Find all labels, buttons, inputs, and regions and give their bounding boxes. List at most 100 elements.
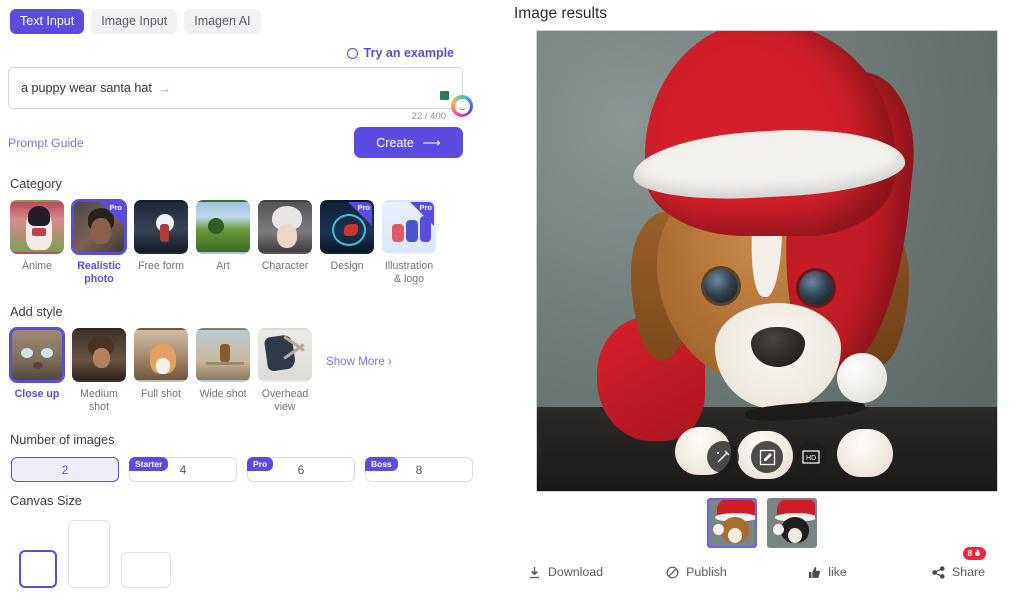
result-thumbnail-1[interactable] (707, 498, 757, 548)
tab-image-input[interactable]: Image Input (91, 9, 178, 34)
prompt-input-value: a puppy wear santa hat (21, 81, 152, 95)
style-list: Close up Medium shot Full shot Wide shot… (10, 328, 490, 414)
number-option-8-value: 8 (415, 462, 423, 477)
category-thumbnail-free-form[interactable] (134, 200, 188, 254)
category-thumbnail-illustration-logo[interactable]: Pro (382, 200, 436, 254)
number-option-4[interactable]: Starter 4 (129, 457, 237, 482)
prompt-submit-arrow-icon[interactable]: → (158, 81, 171, 96)
style-item-overhead-view[interactable]: Overhead view (258, 328, 312, 414)
style-thumbnail-close-up[interactable] (10, 328, 64, 382)
results-title: Image results (514, 5, 608, 22)
number-of-images-options: 2 Starter 4 Pro 6 Boss 8 (11, 457, 490, 482)
download-icon (528, 566, 541, 579)
generated-puppy-photo (537, 31, 997, 491)
like-label: like (828, 565, 847, 579)
style-label-close-up: Close up (14, 388, 60, 400)
like-button[interactable]: like (762, 565, 893, 579)
style-thumbnail-wide-shot[interactable] (196, 328, 250, 382)
category-label-free-form: Free form (138, 260, 184, 272)
style-item-full-shot[interactable]: Full shot (134, 328, 188, 414)
category-thumbnail-character[interactable] (258, 200, 312, 254)
category-thumbnail-anime[interactable] (10, 200, 64, 254)
category-item-character[interactable]: Character (258, 200, 312, 286)
result-action-bar: Download Publish like 8 Share (500, 547, 1024, 579)
publish-button[interactable]: Publish (631, 565, 762, 579)
category-item-free-form[interactable]: Free form (134, 200, 188, 286)
download-label: Download (547, 565, 604, 579)
canvas-option-landscape[interactable] (121, 552, 171, 588)
arrow-right-icon: ⟶ (422, 136, 441, 150)
svg-text:HD: HD (806, 455, 816, 462)
number-option-6[interactable]: Pro 6 (247, 457, 355, 482)
image-tool-buttons: HD (707, 441, 827, 473)
share-badge-count: 8 (967, 548, 973, 558)
category-list: Anime Pro Realistic photo Free form Art … (10, 200, 490, 286)
category-thumbnail-design[interactable]: Pro (320, 200, 374, 254)
prompt-input[interactable]: a puppy wear santa hat → (8, 67, 463, 109)
assistant-avatar-badge[interactable] (451, 95, 473, 117)
canvas-size-options (19, 520, 490, 588)
share-label: Share (951, 565, 986, 579)
category-item-realistic-photo[interactable]: Pro Realistic photo (72, 200, 126, 286)
style-section-title: Add style (10, 304, 63, 319)
category-thumbnail-art[interactable] (196, 200, 250, 254)
pro-badge-label: Pro (357, 203, 370, 212)
magic-wand-icon[interactable] (707, 441, 739, 473)
hd-icon[interactable]: HD (795, 441, 827, 473)
style-thumbnail-overhead-view[interactable] (258, 328, 312, 382)
try-an-example-label: Try an example (363, 46, 454, 60)
style-thumbnail-full-shot[interactable] (134, 328, 188, 382)
style-label-overhead-view: Overhead view (261, 388, 309, 413)
thumbs-up-icon (808, 566, 821, 579)
tier-badge-pro: Pro (247, 457, 274, 471)
share-hot-badge: 8 (962, 547, 987, 560)
edit-icon[interactable] (751, 441, 783, 473)
green-status-square-icon (440, 91, 449, 100)
style-item-wide-shot[interactable]: Wide shot (196, 328, 250, 414)
tab-imagen-ai[interactable]: Imagen AI (184, 9, 261, 34)
number-option-4-value: 4 (179, 462, 187, 477)
category-label-design: Design (330, 260, 364, 272)
style-label-full-shot: Full shot (140, 388, 182, 400)
tier-badge-boss: Boss (365, 457, 398, 471)
share-button[interactable]: 8 Share (893, 547, 1024, 579)
category-label-art: Art (216, 260, 230, 272)
number-option-2-value: 2 (61, 462, 69, 477)
category-section-title: Category (10, 176, 62, 191)
number-option-6-value: 6 (297, 462, 305, 477)
download-button[interactable]: Download (500, 565, 631, 579)
pro-badge-label: Pro (109, 203, 122, 212)
category-item-anime[interactable]: Anime (10, 200, 64, 286)
result-thumbnails (500, 498, 1024, 548)
canvas-option-square[interactable] (19, 550, 57, 588)
publish-label: Publish (686, 565, 727, 579)
create-button[interactable]: Create ⟶ (354, 127, 463, 158)
style-label-medium-shot: Medium shot (80, 388, 118, 413)
tab-text-input[interactable]: Text Input (10, 9, 85, 34)
number-option-2[interactable]: 2 (11, 457, 119, 482)
create-button-label: Create (376, 135, 414, 150)
canvas-option-portrait[interactable] (68, 520, 110, 588)
main-result-image[interactable]: HD (536, 30, 998, 492)
canvas-size-section-title: Canvas Size (10, 493, 82, 508)
show-more-styles-link[interactable]: Show More › (326, 355, 392, 368)
number-option-8[interactable]: Boss 8 (365, 457, 473, 482)
results-panel: Image results HD Download Publish like 8… (500, 0, 1024, 613)
category-thumbnail-realistic-photo[interactable]: Pro (72, 200, 126, 254)
category-label-anime: Anime (21, 260, 53, 272)
prompt-guide-link[interactable]: Prompt Guide (8, 136, 84, 150)
input-mode-tabs: Text Input Image Input Imagen AI (10, 9, 490, 34)
character-counter: 22 / 400 (411, 111, 446, 122)
style-item-medium-shot[interactable]: Medium shot (72, 328, 126, 414)
category-item-art[interactable]: Art (196, 200, 250, 286)
style-item-close-up[interactable]: Close up (10, 328, 64, 414)
category-label-realistic-photo: Realistic photo (77, 260, 121, 285)
number-of-images-section-title: Number of images (10, 432, 115, 447)
publish-icon (666, 566, 679, 579)
category-item-illustration-logo[interactable]: Pro Illustration & logo (382, 200, 436, 286)
style-thumbnail-medium-shot[interactable] (72, 328, 126, 382)
category-item-design[interactable]: Pro Design (320, 200, 374, 286)
try-an-example-link[interactable]: Try an example (8, 46, 454, 60)
fire-icon (974, 549, 981, 557)
result-thumbnail-2[interactable] (767, 498, 817, 548)
